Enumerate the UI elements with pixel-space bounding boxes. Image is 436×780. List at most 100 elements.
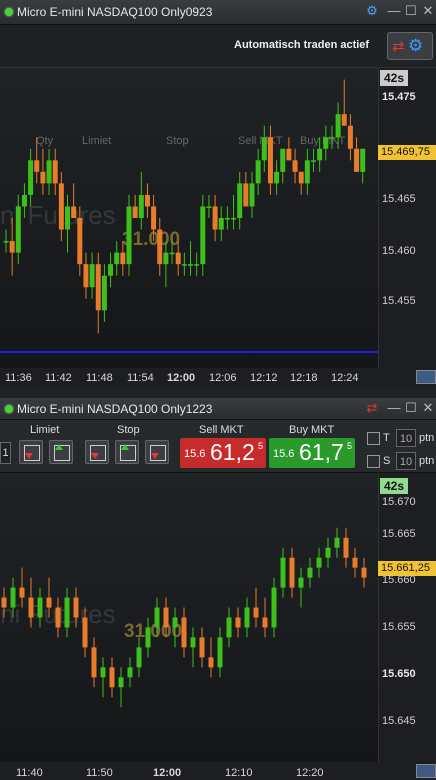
stop-limit-button[interactable]	[145, 440, 169, 464]
window1-price-axis	[378, 68, 436, 368]
candle-body	[145, 627, 151, 648]
sell-price-main: 61,2	[210, 439, 255, 465]
candle-body	[243, 183, 249, 207]
candle	[154, 597, 160, 638]
window2-chart-area[interactable]: ni Futures 31.000 42s 15.670 15.665 15.6…	[0, 473, 436, 762]
candle	[46, 148, 52, 195]
candle-body	[217, 637, 223, 668]
candle-body	[83, 264, 89, 288]
candle-body	[3, 241, 9, 243]
candle	[108, 252, 114, 288]
candle	[352, 547, 358, 578]
auto-trade-button[interactable]: ⇄ ⚙	[387, 32, 433, 60]
candle-body	[15, 206, 21, 253]
candle	[212, 194, 218, 242]
candle-body	[206, 206, 212, 208]
candle-body	[172, 617, 178, 628]
y-tick-label: 15.665	[382, 528, 416, 540]
window1-chart-area[interactable]: ni Futures 31.000 Qty Limiet Stop Sell M…	[0, 68, 436, 368]
candle-body	[280, 557, 286, 588]
candle	[157, 218, 163, 276]
stop-loss-checkbox[interactable]	[367, 455, 380, 468]
minimize-button[interactable]: —	[386, 3, 402, 19]
candle-body	[151, 206, 157, 230]
candle-body	[231, 218, 237, 220]
buy-market-button[interactable]: 15.6 61,7 5	[269, 438, 355, 468]
candle-body	[325, 547, 331, 558]
window1-time-axis: 11:36 11:42 11:48 11:54 12:00 12:06 12:1…	[0, 368, 378, 388]
x-tick-label: 11:48	[86, 372, 113, 384]
limit-buy-button[interactable]	[49, 440, 73, 464]
candle-body	[136, 647, 142, 668]
sell-price-suffix: 5	[258, 441, 264, 451]
x-tick-label: 12:20	[296, 767, 324, 779]
close-button[interactable]: ✕	[420, 400, 436, 416]
candle	[280, 148, 286, 184]
candle	[109, 657, 115, 698]
candle-body	[354, 148, 360, 172]
candle	[136, 637, 142, 678]
y-tick-label: 15.455	[382, 295, 416, 307]
candle-body	[289, 557, 295, 588]
minimize-button[interactable]: —	[386, 400, 402, 416]
candle	[9, 218, 15, 276]
candle-body	[163, 252, 169, 265]
candle	[175, 241, 181, 276]
candle	[292, 148, 298, 184]
candle-body	[218, 218, 224, 230]
maximize-button[interactable]: ☐	[403, 400, 419, 416]
buy-price-main: 61,7	[299, 439, 344, 465]
last-price-tag: 15.469,75	[378, 145, 436, 160]
window1-titlebar[interactable]: Micro E-mini NASDAQ100 Only0923 ⚙ — ☐ ✕	[0, 0, 436, 25]
candle	[169, 241, 175, 265]
take-profit-checkbox[interactable]	[367, 432, 380, 445]
candle	[138, 171, 144, 230]
x-tick-label: 12:24	[331, 372, 359, 384]
candle-body	[271, 587, 277, 628]
autoscroll-button[interactable]	[416, 370, 436, 384]
candle	[89, 252, 95, 299]
window2-time-axis: 11:40 11:50 12:00 12:10 12:20	[0, 762, 378, 780]
candle	[151, 194, 157, 242]
take-profit-input[interactable]: 10	[396, 429, 416, 447]
candle	[82, 607, 88, 658]
candle-body	[361, 567, 367, 578]
close-button[interactable]: ✕	[420, 3, 436, 19]
candle-body	[175, 252, 181, 265]
candle	[127, 657, 133, 688]
stop-loss-input[interactable]: 10	[396, 452, 416, 470]
order-panel: 1 Limiet Stop Sell MKT 15.6 61,2 5 Buy M…	[0, 420, 436, 473]
sell-market-button[interactable]: 15.6 61,2 5	[180, 438, 266, 468]
candle	[271, 577, 277, 638]
stop-sell-button[interactable]	[85, 440, 109, 464]
candle-body	[190, 637, 196, 648]
candle	[83, 252, 89, 299]
stop-buy-button[interactable]	[115, 440, 139, 464]
maximize-button[interactable]: ☐	[403, 3, 419, 19]
window2-titlebar[interactable]: Micro E-mini NASDAQ100 Only1223 ⇄ — ☐ ✕	[0, 398, 436, 420]
candle	[262, 597, 268, 638]
candle	[55, 597, 61, 638]
gears-icon[interactable]: ⚙	[364, 3, 380, 19]
autoscroll-button[interactable]	[416, 764, 436, 778]
candle	[249, 171, 255, 218]
candle	[255, 148, 261, 195]
status-dot-icon	[5, 405, 13, 413]
candle	[289, 547, 295, 598]
y-tick-label: 15.465	[382, 193, 416, 205]
candle	[120, 241, 126, 276]
candle	[347, 114, 353, 161]
candle-body	[347, 125, 353, 149]
candle	[64, 587, 70, 638]
candle	[58, 171, 64, 242]
candle	[95, 252, 101, 334]
candle-body	[71, 206, 77, 218]
candle-body	[40, 171, 46, 184]
x-tick-label: 11:42	[45, 372, 72, 384]
qty-input[interactable]: 1	[0, 442, 11, 464]
bar-timer: 42s	[380, 70, 408, 86]
candle-body	[109, 667, 115, 688]
sync-icon[interactable]: ⇄	[364, 400, 380, 416]
limit-sell-button[interactable]	[19, 440, 43, 464]
candle-body	[91, 647, 97, 678]
